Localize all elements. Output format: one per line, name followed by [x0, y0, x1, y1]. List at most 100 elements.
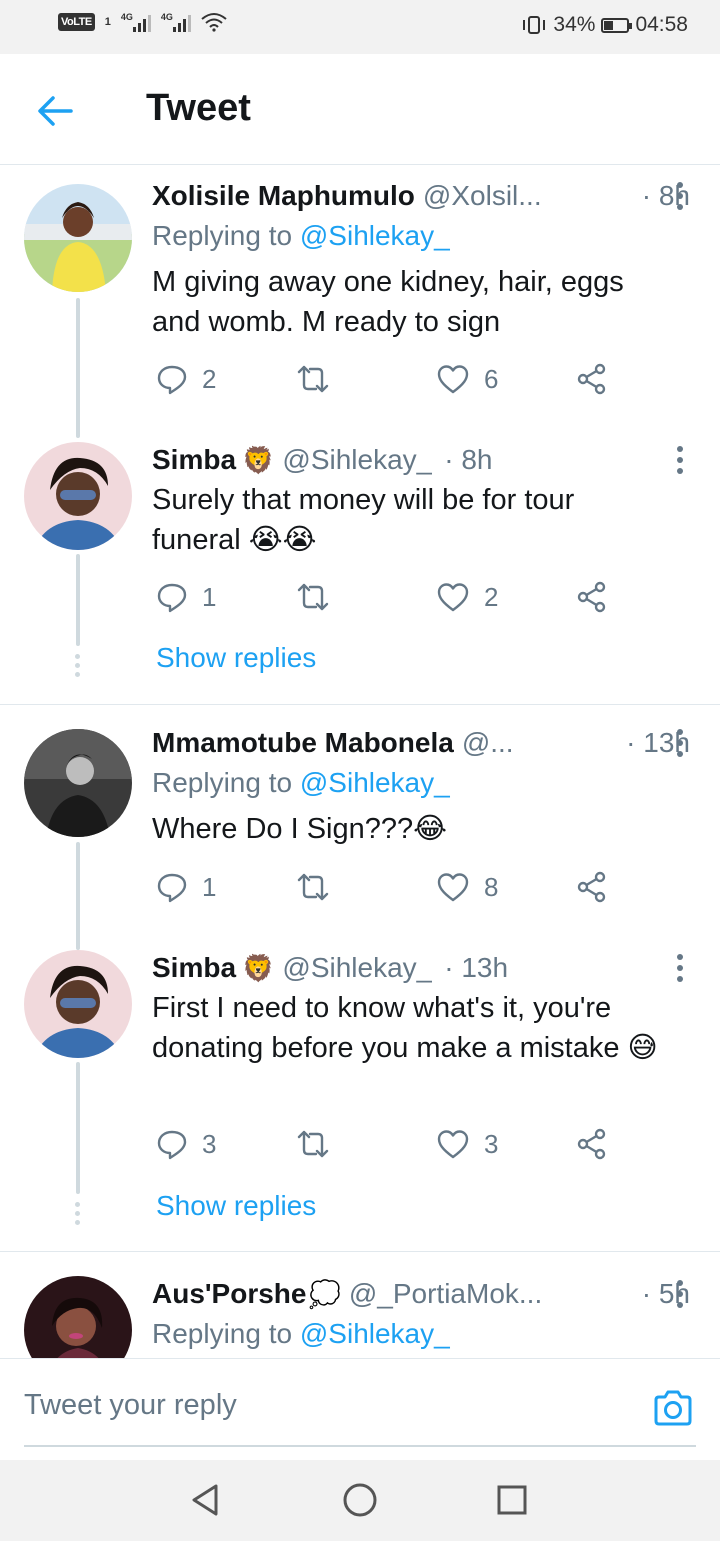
tweet-text: First I need to know what's it, you're d… [152, 992, 658, 1064]
reply-count: 3 [202, 1128, 217, 1159]
mention-link[interactable]: @Sihlekay_ [300, 767, 450, 798]
name-emoji: 🦁 [242, 952, 275, 983]
avatar[interactable] [24, 729, 132, 837]
like-button[interactable]: 6 [436, 359, 498, 399]
tweet-actions: 1 2 [152, 577, 622, 617]
tweet-actions: 2 6 [152, 359, 622, 399]
battery-fill [604, 20, 613, 30]
thread-dots [75, 1202, 81, 1229]
retweet-button[interactable] [296, 577, 344, 617]
timestamp: · 8h [444, 444, 493, 475]
reply-button[interactable]: 1 [156, 867, 216, 907]
reply-count: 1 [202, 581, 217, 612]
like-button[interactable]: 3 [436, 1124, 498, 1164]
reply-button[interactable]: 3 [156, 1124, 216, 1164]
status-right: 34% 04:58 [521, 13, 688, 37]
reply-composer: Tweet your reply [0, 1358, 720, 1460]
heart-icon [437, 1130, 469, 1159]
tweet-actions: 3 3 [152, 1124, 622, 1164]
tweet-header: Aus'Porshe 💭 @_PortiaMok... · 5h [152, 1274, 690, 1314]
more-options-button[interactable] [670, 1276, 690, 1312]
display-name[interactable]: Mmamotube Mabonela [152, 727, 454, 759]
tweet[interactable]: Xolisile Maphumulo @Xolsil... · 8h Reply… [0, 166, 720, 438]
show-replies-link[interactable]: Show replies [156, 1190, 316, 1222]
back-button[interactable] [30, 86, 80, 136]
avatar[interactable] [24, 950, 132, 1058]
display-name[interactable]: Xolisile Maphumulo [152, 180, 415, 212]
heart-icon [437, 583, 469, 612]
nav-home-icon[interactable] [340, 1480, 380, 1520]
display-name[interactable]: Aus'Porshe [152, 1278, 306, 1310]
display-name[interactable]: Simba [152, 444, 236, 476]
avatar[interactable] [24, 184, 132, 292]
replying-to: Replying to @Sihlekay_ [152, 1318, 450, 1350]
like-button[interactable]: 8 [436, 867, 498, 907]
nav-recents-icon[interactable] [492, 1480, 532, 1520]
share-button[interactable] [576, 1124, 608, 1164]
replying-to: Replying to @Sihlekay_ [152, 220, 450, 252]
thread-line [76, 298, 80, 438]
tweet[interactable]: Simba 🦁 @Sihlekay_ · 8h Surely that mone… [0, 426, 720, 704]
heart-icon [437, 365, 469, 394]
reply-count: 1 [202, 871, 217, 902]
volte-slot: 1 [104, 16, 111, 28]
avatar[interactable] [24, 442, 132, 550]
replying-prefix: Replying to [152, 220, 293, 251]
mention-link[interactable]: @Sihlekay_ [300, 1318, 450, 1349]
volte-badge: VoLTE [58, 13, 95, 31]
camera-button[interactable] [652, 1387, 694, 1429]
avatar[interactable] [24, 1276, 132, 1358]
reply-input[interactable]: Tweet your reply [24, 1389, 237, 1422]
user-handle[interactable]: @Sihlekay_ [282, 952, 432, 984]
replies-feed[interactable]: Xolisile Maphumulo @Xolsil... · 8h Reply… [0, 166, 720, 1358]
retweet-button[interactable] [296, 867, 344, 907]
share-icon [577, 1128, 606, 1160]
share-button[interactable] [576, 359, 608, 399]
reply-icon [157, 583, 187, 613]
like-button[interactable]: 2 [436, 577, 498, 617]
nav-back-icon[interactable] [186, 1480, 226, 1520]
mention-link[interactable]: @Sihlekay_ [300, 220, 450, 251]
like-count: 3 [484, 1128, 499, 1159]
like-count: 2 [484, 581, 499, 612]
reply-icon [157, 873, 187, 903]
tweet[interactable]: Aus'Porshe 💭 @_PortiaMok... · 5h Replyin… [0, 1252, 720, 1358]
tweet-actions: 1 8 [152, 867, 622, 907]
retweet-icon [297, 1130, 329, 1158]
retweet-button[interactable] [296, 359, 344, 399]
retweet-button[interactable] [296, 1124, 344, 1164]
reply-button[interactable]: 2 [156, 359, 216, 399]
user-handle[interactable]: @Sihlekay_ [282, 444, 432, 476]
user-handle[interactable]: @_PortiaMok... [349, 1278, 542, 1310]
show-replies-link[interactable]: Show replies [156, 642, 316, 674]
battery-icon [601, 17, 633, 33]
user-handle[interactable]: @Xolsil... [423, 180, 542, 212]
page-title: Tweet [146, 87, 251, 129]
retweet-icon [297, 365, 329, 393]
timestamp: · 13h [444, 952, 509, 983]
share-button[interactable] [576, 577, 608, 617]
tweet[interactable]: Simba 🦁 @Sihlekay_ · 13h First I need to… [0, 950, 720, 1251]
more-options-button[interactable] [670, 442, 690, 478]
reply-count: 2 [202, 363, 217, 394]
vibrate-icon [523, 16, 546, 34]
tweet-header: Xolisile Maphumulo @Xolsil... · 8h [152, 176, 690, 216]
tweet-header: Mmamotube Mabonela @... · 13h [152, 723, 690, 763]
tweet-text: Where Do I Sign???😂 [152, 813, 448, 845]
tweet-text: M giving away one kidney, hair, eggs and… [152, 266, 624, 338]
replying-prefix: Replying to [152, 767, 293, 798]
reply-button[interactable]: 1 [156, 577, 216, 617]
retweet-icon [297, 873, 329, 901]
like-count: 8 [484, 871, 499, 902]
thread-line [76, 1062, 80, 1194]
display-name[interactable]: Simba [152, 952, 236, 984]
more-options-button[interactable] [670, 178, 690, 214]
retweet-icon [297, 583, 329, 611]
more-options-button[interactable] [670, 950, 690, 986]
user-handle[interactable]: @... [462, 727, 514, 759]
arrow-left-icon [38, 96, 73, 126]
reply-icon [157, 365, 187, 395]
tweet[interactable]: Mmamotube Mabonela @... · 13h Replying t… [0, 705, 720, 950]
more-options-button[interactable] [670, 725, 690, 761]
share-button[interactable] [576, 867, 608, 907]
